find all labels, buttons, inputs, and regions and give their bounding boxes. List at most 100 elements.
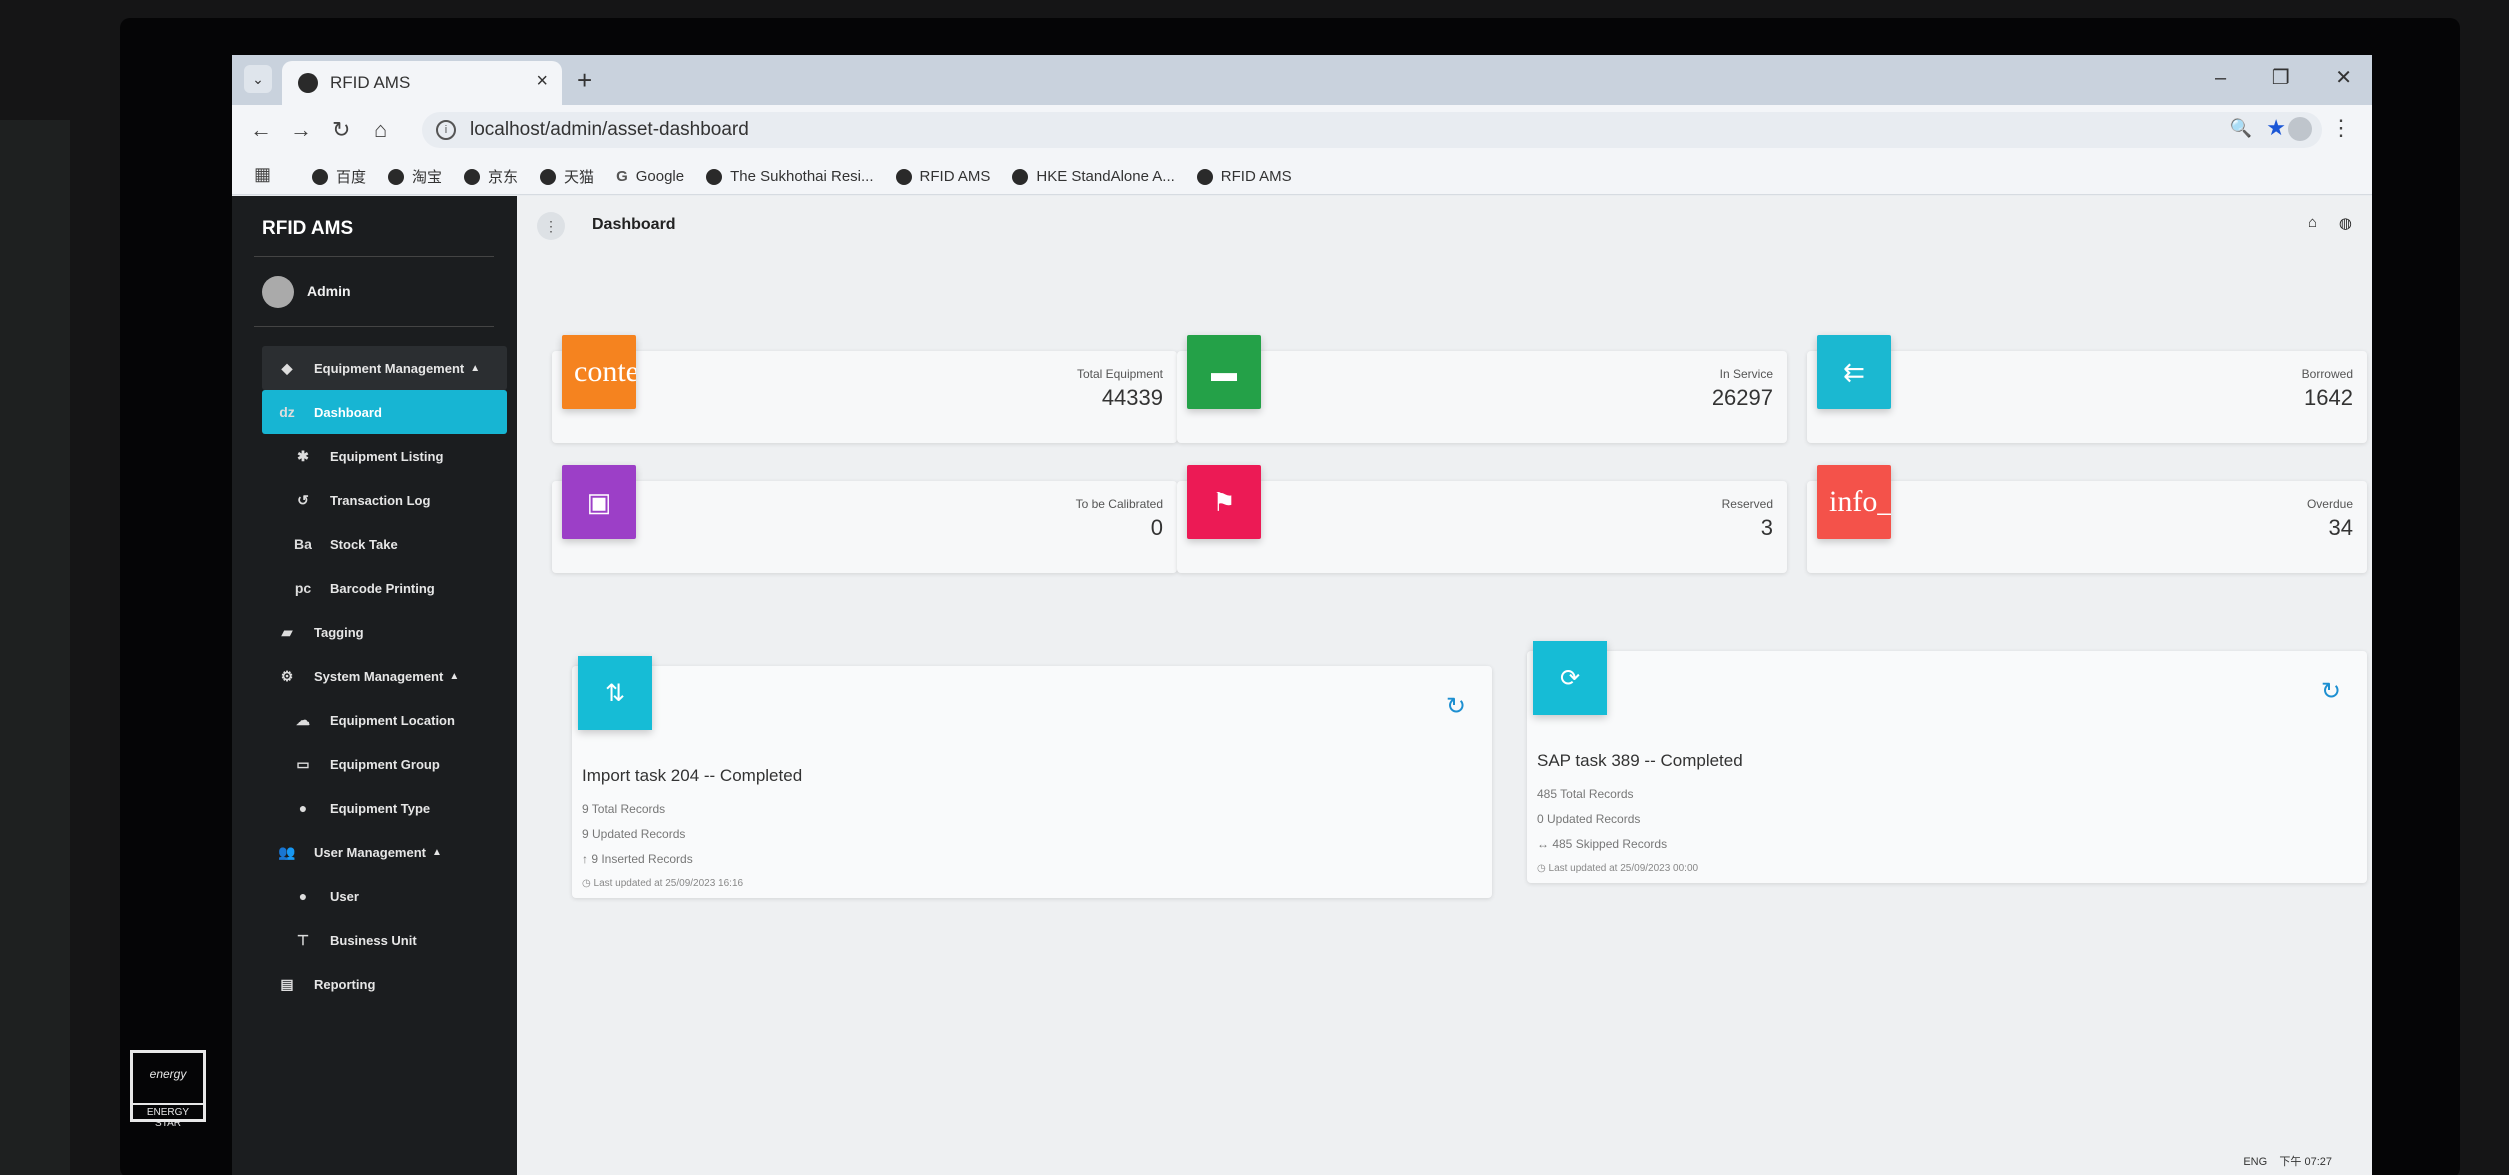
task-title: Import task 204 -- Completed [582, 766, 803, 785]
stat-card: ⚑ Reserved 3 [1177, 465, 1787, 573]
sidebar-item-equipment-group[interactable]: ▭ Equipment Group [262, 742, 507, 786]
background-wall [0, 120, 70, 1175]
cubes-icon: ◆ [281, 359, 293, 376]
language-indicator[interactable]: ENG [2243, 1156, 2267, 1168]
browser-tab[interactable]: RFID AMS × [282, 61, 562, 105]
sidebar-item-label: Equipment Group [330, 756, 440, 772]
sidebar-item-stock-take[interactable]: Ba Stock Take [262, 522, 507, 566]
profile-avatar[interactable] [2288, 117, 2312, 141]
close-tab-button[interactable]: × [536, 70, 548, 93]
reply-all-icon: ⇇ [1817, 335, 1891, 409]
site-info-icon[interactable]: i [436, 120, 456, 140]
last-updated-text: ◷ Last updated at 25/09/2023 00:00 [1537, 863, 1699, 874]
sidebar-item-label: Dashboard [314, 404, 382, 420]
sidebar-item-transaction-log[interactable]: ↺ Transaction Log [262, 478, 507, 522]
bookmark-item[interactable]: 淘宝 [388, 166, 442, 187]
store-icon: ▬ [1187, 335, 1261, 409]
sidebar-item-system-management[interactable]: ⚙ System Management ▲ [262, 654, 507, 698]
home-icon[interactable]: ⌂ [2308, 214, 2317, 231]
import-export-icon: ⇅ [578, 656, 652, 730]
sidebar-item-equipment-management[interactable]: ◆ Equipment Management ▲ [262, 346, 507, 390]
stat-label: Overdue [2306, 497, 2353, 511]
avatar[interactable] [262, 276, 294, 308]
new-tab-button[interactable]: + [577, 67, 592, 93]
bookmark-item[interactable]: RFID AMS [895, 166, 990, 187]
stat-label: In Service [1719, 367, 1773, 381]
task-stat-line: 0 Updated Records [1537, 812, 1641, 826]
bookmark-item[interactable]: 京东 [464, 166, 518, 187]
bookmarks-bar: ▦ 百度 淘宝 京东 天猫 G Google The Sukhothai Resi… [232, 155, 2372, 195]
browser-tabbar: ⌄ RFID AMS × + – ❐ ✕ [232, 55, 2372, 105]
minimize-button[interactable]: – [2215, 67, 2226, 89]
user-name[interactable]: Admin [307, 283, 351, 299]
refresh-icon[interactable]: ↻ [1446, 692, 1466, 721]
sidebar-item-dashboard[interactable]: dz Dashboard [262, 390, 507, 434]
list-icon: ✱ [297, 447, 309, 464]
sidebar-item-label: Tagging [314, 624, 364, 640]
sidebar-item-label: Equipment Location [330, 712, 455, 728]
monitor-screen: ⌄ RFID AMS × + – ❐ ✕ ← → ↻ ⌂ i localhost… [232, 55, 2372, 1175]
back-icon[interactable]: ← [250, 117, 272, 143]
home-icon[interactable]: ⌂ [374, 117, 387, 143]
globe-icon [1012, 168, 1029, 185]
sync-icon: ⟳ [1533, 641, 1607, 715]
close-window-button[interactable]: ✕ [2335, 67, 2352, 89]
bookmark-item[interactable]: HKE StandAlone A... [1012, 166, 1175, 187]
tab-search-button[interactable]: ⌄ [244, 65, 272, 93]
broken-image-icon: conte [562, 335, 636, 409]
bookmark-item[interactable]: RFID AMS [1196, 166, 1292, 187]
type-icon: ● [298, 800, 308, 816]
sidebar-menu: ◆ Equipment Management ▲ dz Dashboard ✱ Equipm… [262, 346, 507, 1006]
refresh-icon[interactable]: ↻ [2321, 677, 2341, 706]
task-card: ⇅ ↻ Import task 204 -- Completed 9 Total Re… [572, 656, 1492, 898]
task-stat-line: 485 Total Records [1537, 787, 1634, 801]
sidebar-toggle-button[interactable]: ⋮ [537, 212, 565, 240]
language-icon[interactable]: ◍ [2339, 214, 2352, 232]
zoom-icon[interactable]: 🔍 [2230, 118, 2252, 139]
stat-card: ⇇ Borrowed 1642 [1807, 335, 2367, 443]
bookmark-item[interactable]: 天猫 [540, 166, 594, 187]
forward-icon[interactable]: → [290, 117, 312, 143]
clock[interactable]: 下午 07:27 [2279, 1156, 2332, 1168]
stat-value: 34 [2328, 515, 2353, 540]
url-text[interactable]: localhost/admin/asset-dashboard [470, 119, 749, 141]
bookmark-item[interactable]: The Sukhothai Resi... [706, 166, 874, 187]
apps-icon[interactable]: ▦ [254, 164, 271, 185]
stat-label: To be Calibrated [1075, 497, 1163, 511]
sidebar-item-tagging[interactable]: ▰ Tagging [262, 610, 507, 654]
sidebar-item-user[interactable]: ● User [262, 874, 507, 918]
stat-card: info_ Overdue 34 [1807, 465, 2367, 573]
app-brand[interactable]: RFID AMS [262, 218, 353, 240]
energy-star-logo: energy ENERGY STAR [130, 1050, 206, 1129]
user-icon: ● [298, 888, 308, 904]
bookmark-star-icon[interactable]: ★ [2266, 115, 2286, 141]
report-icon: ▤ [280, 975, 294, 992]
sidebar-item-user-management[interactable]: 👥 User Management ▲ [262, 830, 507, 874]
stat-label: Total Equipment [1076, 367, 1163, 381]
stat-card: ▣ To be Calibrated 0 [552, 465, 1177, 573]
sidebar-item-business-unit[interactable]: ⊤ Business Unit [262, 918, 507, 962]
info-icon: info_ [1817, 465, 1891, 539]
reload-icon[interactable]: ↻ [332, 117, 350, 143]
bookmark-item[interactable]: 百度 [312, 166, 366, 187]
log-icon: ↺ [297, 491, 309, 508]
globe-icon [1196, 168, 1213, 185]
task-stat-line: ↑ 9 Inserted Records [582, 852, 693, 866]
sitemap-icon: ⊤ [296, 931, 310, 948]
sidebar-item-equipment-listing[interactable]: ✱ Equipment Listing [262, 434, 507, 478]
sidebar-item-equipment-type[interactable]: ● Equipment Type [262, 786, 507, 830]
sidebar-item-label: User [330, 888, 359, 904]
divider [254, 256, 494, 257]
sidebar-item-reporting[interactable]: ▤ Reporting [262, 962, 507, 1006]
sidebar-item-equipment-location[interactable]: ☁ Equipment Location [262, 698, 507, 742]
sidebar-item-barcode-printing[interactable]: pc Barcode Printing [262, 566, 507, 610]
browser-menu-icon[interactable]: ⋮ [2330, 115, 2352, 141]
page-title: Dashboard [592, 216, 676, 233]
address-bar[interactable]: i localhost/admin/asset-dashboard 🔍 ★ [422, 112, 2322, 148]
dashboard-icon: dz [279, 404, 295, 420]
bookmark-item[interactable]: G Google [616, 166, 684, 187]
sidebar-item-label: Equipment Type [330, 800, 431, 816]
stat-value: 0 [1150, 515, 1163, 540]
task-stat-line: ↔ 485 Skipped Records [1537, 837, 1668, 851]
maximize-button[interactable]: ❐ [2272, 67, 2290, 89]
